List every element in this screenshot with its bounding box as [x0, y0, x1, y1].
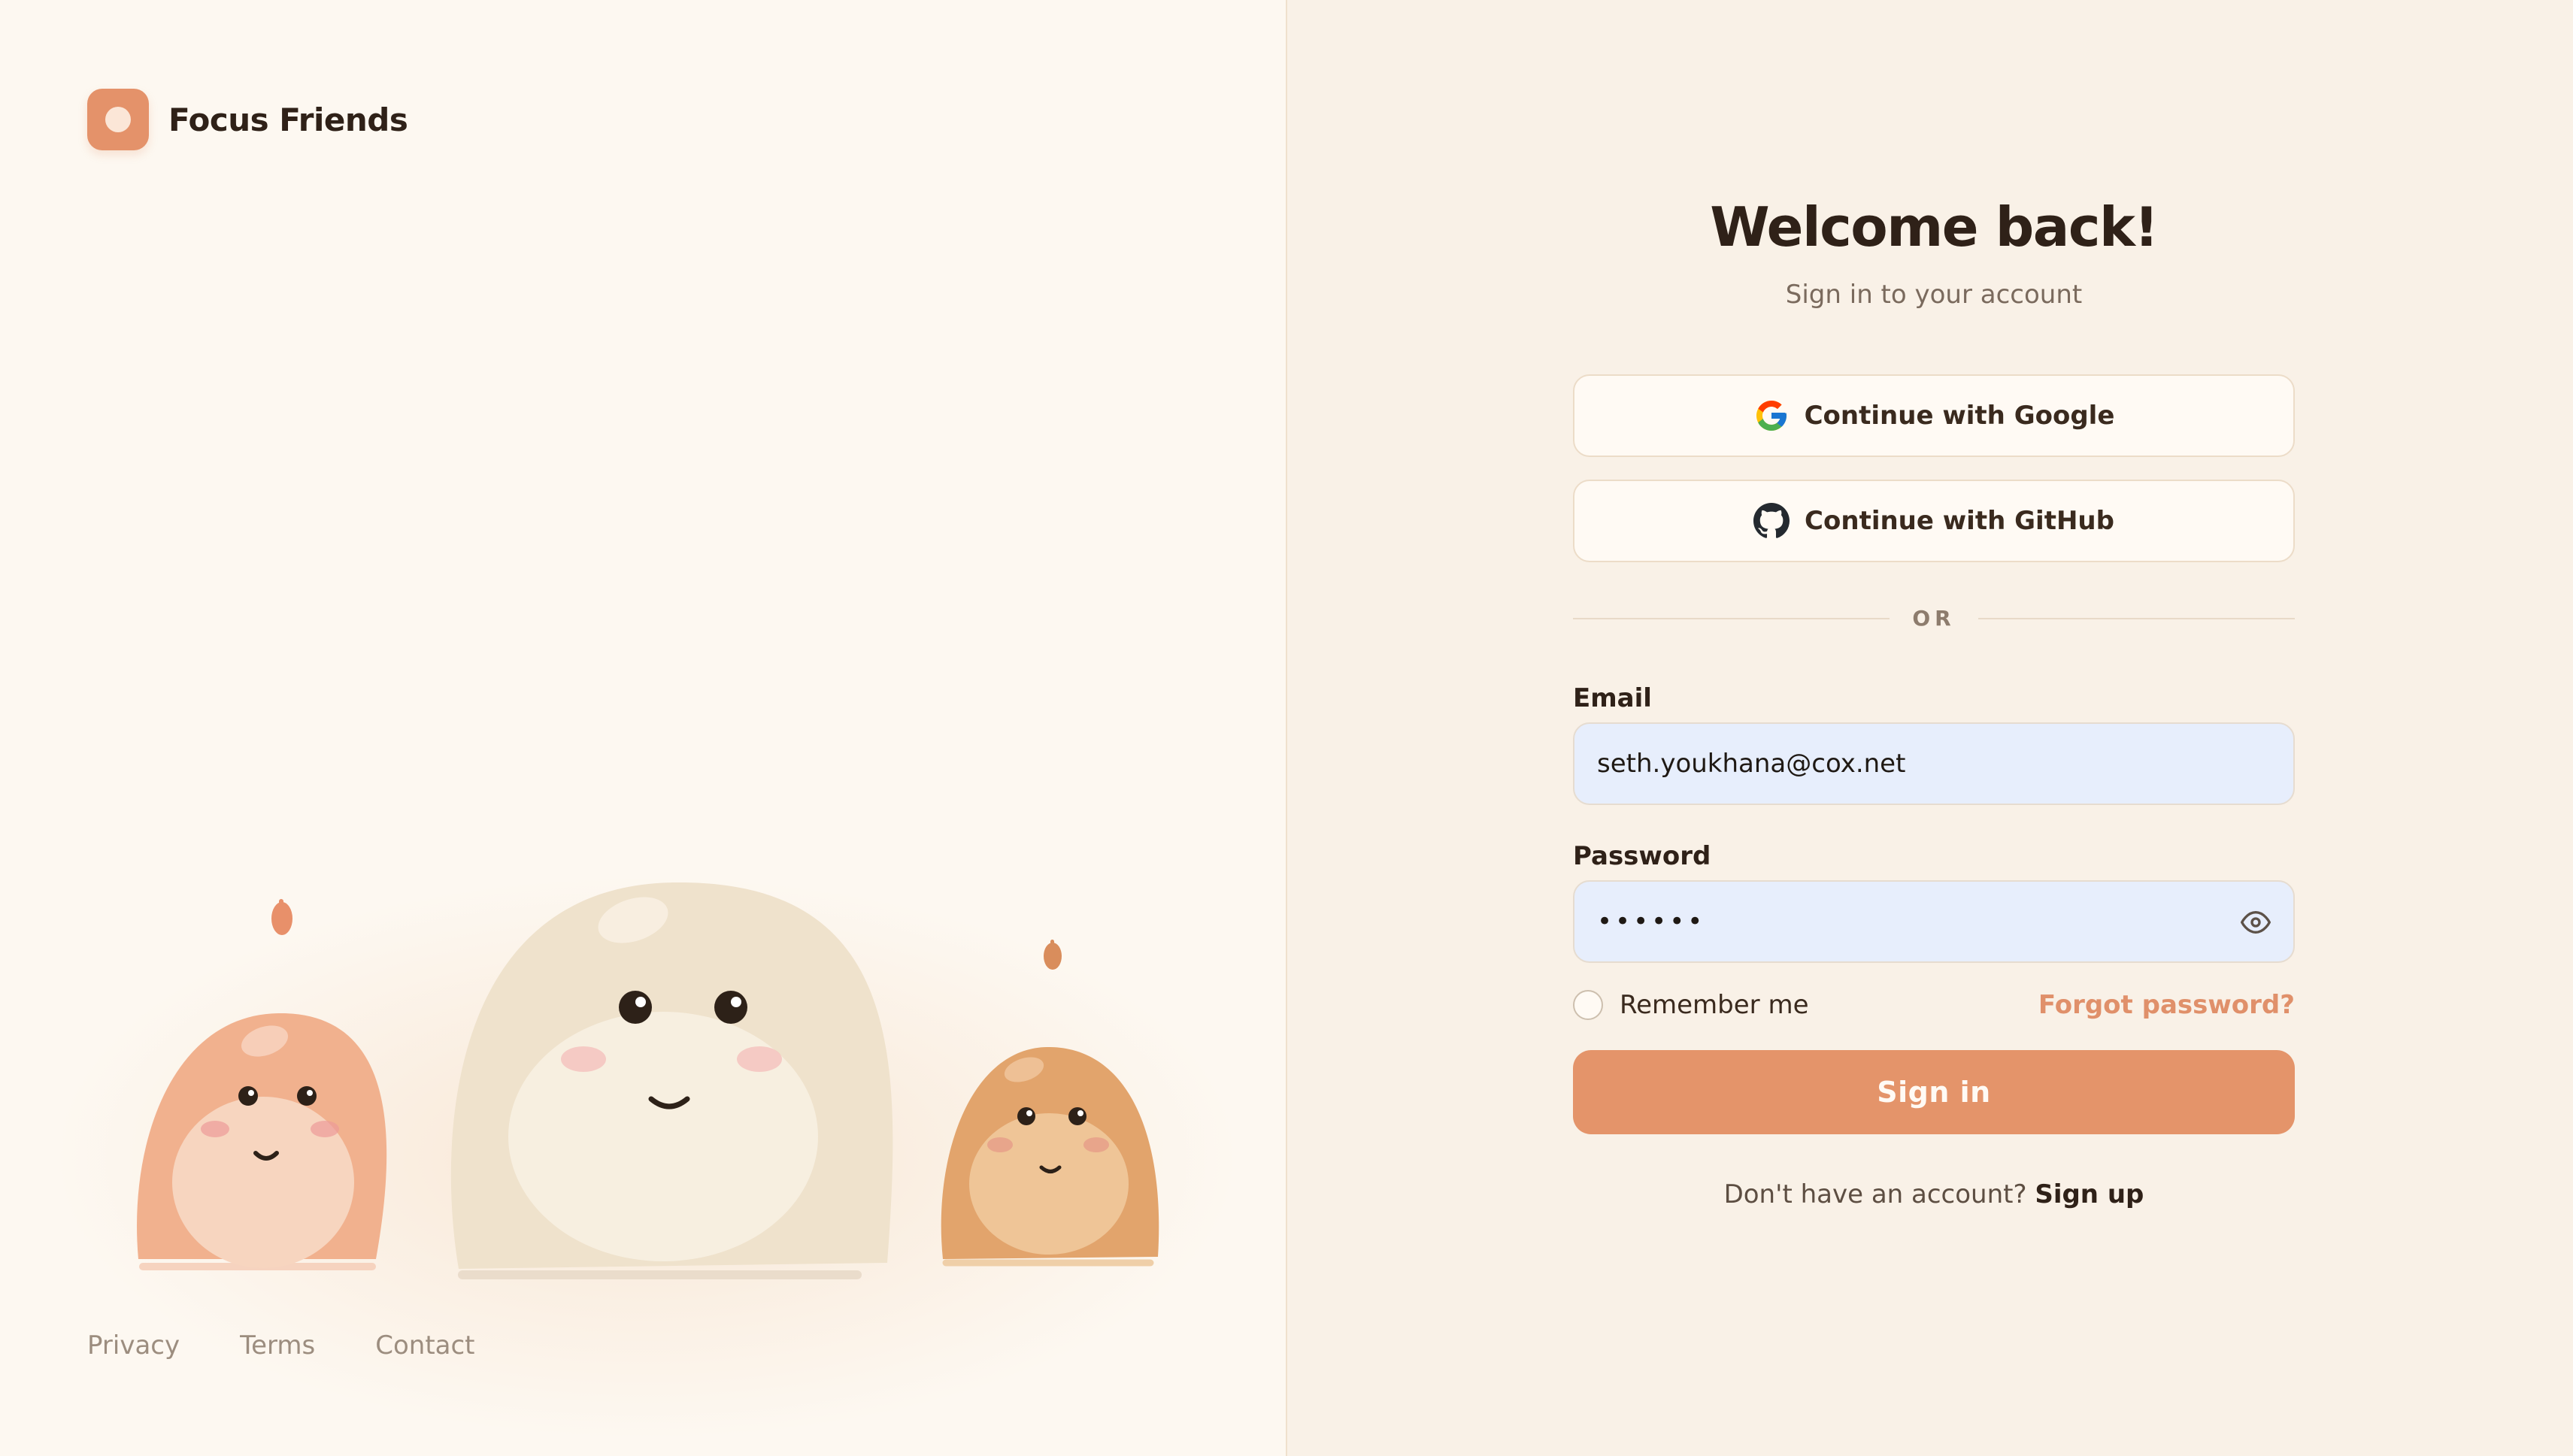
auth-panel: Welcome back! Sign in to your account Co… — [1289, 0, 2573, 1456]
google-signin-button[interactable]: Continue with Google — [1573, 374, 2295, 457]
brand[interactable]: Focus Friends — [87, 89, 408, 150]
signup-prompt: Don't have an account? Sign up — [1573, 1179, 2295, 1209]
password-field[interactable]: •••••• — [1573, 880, 2295, 963]
sign-in-button[interactable]: Sign in — [1573, 1050, 2295, 1134]
mascot-right — [941, 940, 1159, 1267]
hero-panel: Focus Friends Privacy Terms Contact — [0, 0, 1287, 1456]
github-button-label: Continue with GitHub — [1805, 506, 2114, 536]
sign-up-link[interactable]: Sign up — [2035, 1179, 2144, 1209]
footer-links: Privacy Terms Contact — [87, 1330, 475, 1361]
mascot-middle — [450, 882, 893, 1279]
remember-me[interactable]: Remember me — [1573, 990, 1809, 1020]
password-value: •••••• — [1597, 907, 1706, 937]
footer-link-privacy[interactable]: Privacy — [87, 1330, 180, 1361]
mascot-illustration — [137, 882, 1159, 1279]
logo-icon — [87, 89, 149, 150]
github-signin-button[interactable]: Continue with GitHub — [1573, 480, 2295, 562]
password-label: Password — [1573, 841, 1711, 871]
footer-link-contact[interactable]: Contact — [375, 1330, 474, 1361]
email-field[interactable]: seth.youkhana@cox.net — [1573, 722, 2295, 805]
remember-label: Remember me — [1620, 990, 1809, 1020]
google-icon — [1756, 401, 1787, 431]
login-card: Welcome back! Sign in to your account Co… — [1573, 195, 2295, 1209]
github-icon — [1753, 503, 1790, 538]
divider-label: OR — [1912, 606, 1956, 631]
page-subtitle: Sign in to your account — [1785, 280, 2083, 310]
forgot-password-link[interactable]: Forgot password? — [2038, 990, 2295, 1020]
oauth-buttons: Continue with Google Continue with GitHu… — [1573, 374, 2295, 562]
mascot-left — [137, 899, 387, 1270]
remember-checkbox[interactable] — [1573, 990, 1603, 1020]
form-options: Remember me Forgot password? — [1573, 990, 2295, 1020]
footer-link-terms[interactable]: Terms — [240, 1330, 315, 1361]
google-button-label: Continue with Google — [1804, 401, 2115, 431]
page-title: Welcome back! — [1710, 195, 2159, 259]
eye-icon[interactable] — [2239, 907, 2272, 937]
signup-prompt-text: Don't have an account? — [1723, 1179, 2035, 1209]
email-label: Email — [1573, 683, 1652, 713]
brand-name: Focus Friends — [168, 101, 408, 138]
email-value: seth.youkhana@cox.net — [1597, 749, 1906, 779]
or-divider: OR — [1573, 606, 2295, 631]
